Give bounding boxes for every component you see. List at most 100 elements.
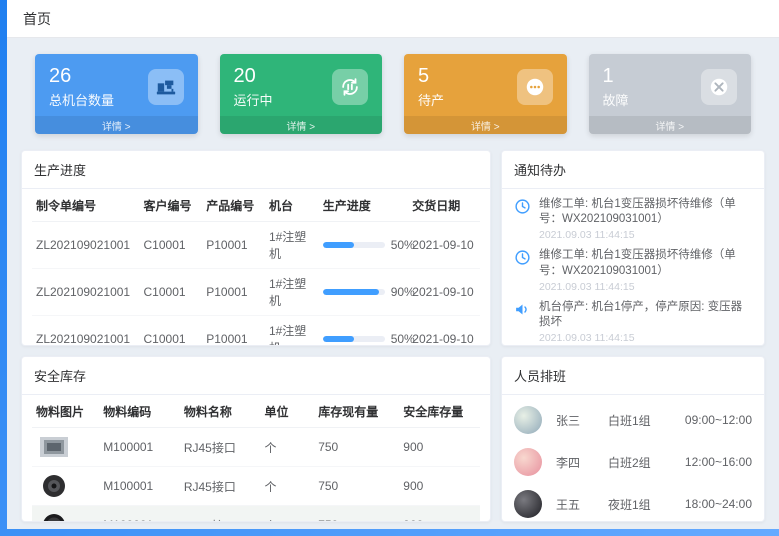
person-time: 12:00~16:00 — [685, 455, 752, 469]
safety-stock-panel: 安全库存 物料图片 物料编码 物料名称 单位 库存现有量 — [21, 356, 491, 522]
rj45-connector-photo — [36, 434, 72, 460]
cell-material-image — [32, 506, 99, 522]
panel-title: 人员排班 — [502, 357, 764, 395]
avatar — [514, 406, 542, 434]
schedule-row: 李四 白班2组 12:00~16:00 — [514, 441, 752, 483]
progress-track — [323, 242, 385, 248]
notice-time: 2021.09.03 11:44:15 — [539, 332, 752, 344]
schedule-row: 王五 夜班1组 18:00~24:00 — [514, 483, 752, 521]
stat-label: 总机台数量 — [49, 90, 114, 109]
table-row: ZL202109021001 C10001 P10001 1#注塑机 50% — [32, 222, 480, 269]
notice-body: 维修工单: 机台1变压器损坏待维修（单号：WX202109031001） 202… — [539, 248, 752, 292]
panel-title: 生产进度 — [22, 151, 490, 189]
col-material-name: 物料名称 — [180, 395, 261, 428]
col-machine: 机台 — [265, 189, 319, 222]
col-customer-no: 客户编号 — [140, 189, 203, 222]
notice-text: 机台停产: 机台1停产，停产原因: 变压器损坏 — [539, 300, 752, 330]
cell-material-code: M100001 — [99, 506, 180, 522]
col-unit: 单位 — [260, 395, 314, 428]
col-current-qty: 库存现有量 — [314, 395, 399, 428]
cell-machine: 1#注塑机 — [265, 269, 319, 316]
cell-material-name: RJ45接口 — [180, 506, 261, 522]
progress-bar: 90% — [323, 285, 405, 299]
progress-label: 50% — [391, 238, 415, 252]
cell-order-no: ZL202109021001 — [32, 269, 140, 316]
notice-text: 维修工单: 机台1变压器损坏待维修（单号：WX202109031001） — [539, 197, 752, 227]
detail-link[interactable]: 详情 > — [589, 116, 752, 134]
cell-safety-qty: 900 — [399, 467, 480, 506]
cell-progress: 90% — [319, 269, 409, 316]
panel-title: 通知待办 — [502, 151, 764, 189]
stat-label: 故障 — [603, 90, 629, 109]
detail-link[interactable]: 详情 > — [35, 116, 198, 134]
notifications-panel: 通知待办 维修工单: 机台1变压器损坏待维修（单号：WX202109031001… — [501, 150, 765, 346]
cell-progress: 50% — [319, 316, 409, 346]
app-frame: 首页 26 总机台数量 详情 > — [0, 0, 779, 536]
cell-unit: 个 — [260, 428, 314, 467]
notice-time: 2021.09.03 11:44:15 — [539, 281, 752, 293]
cell-current-qty: 750 — [314, 467, 399, 506]
speaker-icon — [514, 301, 531, 318]
cell-delivery-date: 2021-09-10 — [408, 269, 480, 316]
person-shift: 白班2组 — [608, 454, 678, 471]
cell-unit: 个 — [260, 467, 314, 506]
cell-product-no: P10001 — [202, 269, 265, 316]
production-progress-panel: 生产进度 制令单编号 客户编号 产品编号 机台 生产进度 — [21, 150, 491, 346]
stat-value: 26 — [49, 65, 114, 88]
cell-unit: 个 — [260, 506, 314, 522]
cell-product-no: P10001 — [202, 222, 265, 269]
schedule-row: 张三 白班1组 09:00~12:00 — [514, 399, 752, 441]
table-row: M100001 RJ45接口 个 750 900 — [32, 506, 480, 522]
notice-body: 机台停产: 机台1停产，停产原因: 变压器损坏 2021.09.03 11:44… — [539, 300, 752, 344]
stat-card-main: 1 故障 — [589, 54, 752, 116]
stat-value: 20 — [234, 65, 273, 88]
notice-text: 维修工单: 机台1变压器损坏待维修（单号：WX202109031001） — [539, 248, 752, 278]
stat-info: 26 总机台数量 — [49, 65, 114, 109]
cell-current-qty: 750 — [314, 428, 399, 467]
table-row: ZL202109021001 C10001 P10001 1#注塑机 50% — [32, 316, 480, 346]
col-product-no: 产品编号 — [202, 189, 265, 222]
cell-safety-qty: 900 — [399, 428, 480, 467]
person-time: 18:00~24:00 — [685, 497, 752, 511]
avatar — [514, 490, 542, 518]
stat-card-main: 20 运行中 — [220, 54, 383, 116]
round-connector-photo — [36, 473, 72, 499]
stat-info: 20 运行中 — [234, 65, 273, 109]
breadcrumb-home[interactable]: 首页 — [23, 9, 51, 29]
cell-material-image — [32, 467, 99, 506]
notice-item[interactable]: 机台停产: 机台1停产，停产原因: 变压器损坏 2021.09.03 11:44… — [514, 300, 752, 344]
notice-item[interactable]: 维修工单: 机台1变压器损坏待维修（单号：WX202109031001） 202… — [514, 197, 752, 241]
avatar — [514, 448, 542, 476]
cell-customer-no: C10001 — [140, 316, 203, 346]
detail-link[interactable]: 详情 > — [404, 116, 567, 134]
running-icon — [332, 69, 368, 105]
notice-body: 维修工单: 机台1变压器损坏待维修（单号：WX202109031001） 202… — [539, 197, 752, 241]
notice-item[interactable]: 维修工单: 机台1变压器损坏待维修（单号：WX202109031001） 202… — [514, 248, 752, 292]
dashboard-page: 首页 26 总机台数量 详情 > — [7, 0, 779, 529]
notice-time: 2021.09.03 11:44:15 — [539, 229, 752, 241]
cell-material-code: M100001 — [99, 428, 180, 467]
panel-grid: 生产进度 制令单编号 客户编号 产品编号 机台 生产进度 — [21, 150, 765, 522]
progress-track — [323, 289, 385, 295]
detail-link[interactable]: 详情 > — [220, 116, 383, 134]
cell-order-no: ZL202109021001 — [32, 316, 140, 346]
cell-machine: 1#注塑机 — [265, 316, 319, 346]
safety-stock-table: 物料图片 物料编码 物料名称 单位 库存现有量 安全库存量 — [32, 395, 480, 521]
cell-customer-no: C10001 — [140, 222, 203, 269]
dashboard-content: 26 总机台数量 详情 > 20 运行中 — [7, 38, 779, 522]
col-safety-qty: 安全库存量 — [399, 395, 480, 428]
safety-stock-table-wrap: 物料图片 物料编码 物料名称 单位 库存现有量 安全库存量 — [22, 395, 490, 521]
table-row: M100001 RJ45接口 个 750 900 — [32, 428, 480, 467]
personnel-schedule-panel: 人员排班 张三 白班1组 09:00~12:00 李四 白班2组 1 — [501, 356, 765, 522]
person-name: 张三 — [556, 412, 608, 429]
stat-value: 5 — [418, 65, 444, 88]
cell-progress: 50% — [319, 222, 409, 269]
cell-material-code: M100001 — [99, 467, 180, 506]
person-time: 09:00~12:00 — [685, 413, 752, 427]
production-table-wrap: 制令单编号 客户编号 产品编号 机台 生产进度 交货日期 — [22, 189, 490, 345]
speaker-photo — [36, 512, 72, 521]
stat-card-fault: 1 故障 详情 > — [589, 54, 752, 134]
stat-card-main: 5 待产 — [404, 54, 567, 116]
progress-bar: 50% — [323, 238, 405, 252]
progress-label: 50% — [391, 332, 415, 345]
